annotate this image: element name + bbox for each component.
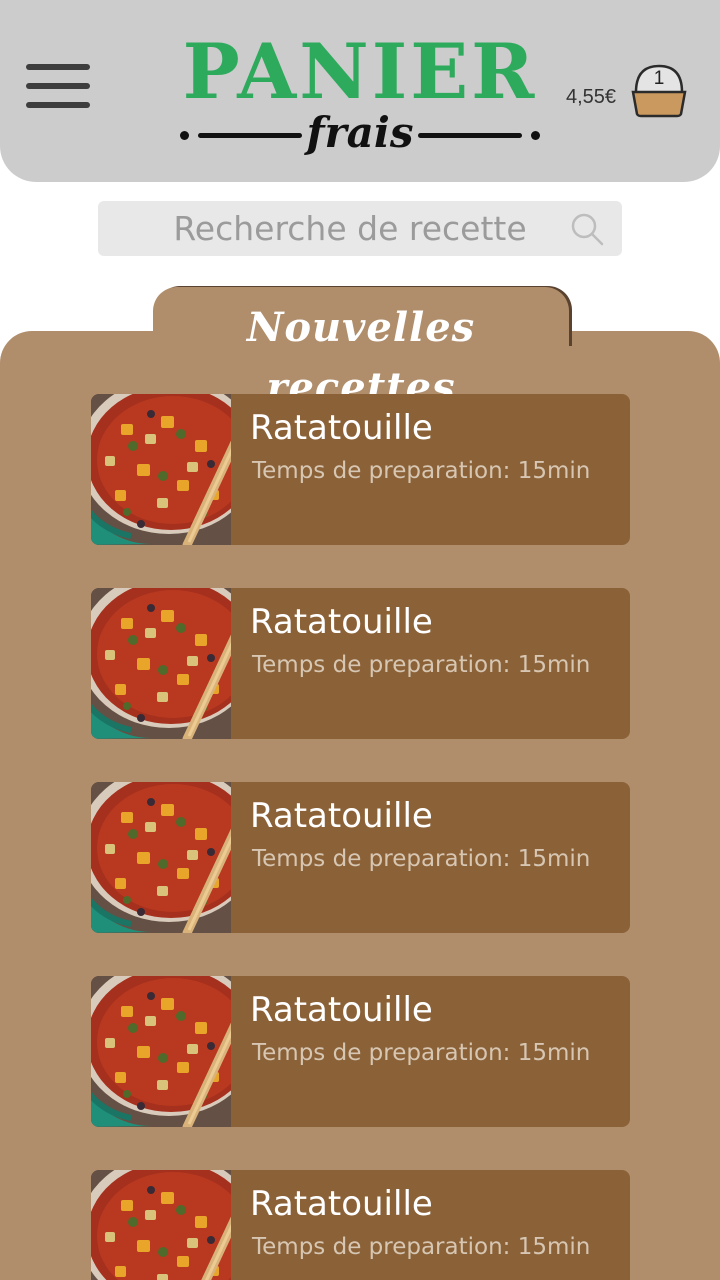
recipe-prep-time: Temps de preparation: 15min — [252, 1040, 591, 1066]
recipe-title: Ratatouille — [250, 1184, 433, 1224]
recipe-title: Ratatouille — [250, 602, 433, 642]
brand-logo[interactable]: PANIER frais — [172, 30, 548, 170]
recipe-title: Ratatouille — [250, 408, 433, 448]
app-header: PANIER frais 4,55€ 1 — [0, 0, 720, 182]
recipe-prep-time: Temps de preparation: 15min — [252, 1234, 591, 1260]
recipe-prep-time: Temps de preparation: 15min — [252, 652, 591, 678]
cart-total-price: 4,55€ — [566, 86, 617, 108]
basket-count-badge: 1 — [653, 68, 665, 89]
recipe-card[interactable]: Ratatouille Temps de preparation: 15min — [91, 394, 630, 545]
search-icon[interactable] — [570, 212, 604, 246]
search-input[interactable] — [98, 201, 602, 256]
recipe-card[interactable]: Ratatouille Temps de preparation: 15min — [91, 782, 630, 933]
search-bar — [98, 201, 622, 256]
recipe-image — [91, 1170, 231, 1280]
recipe-card[interactable]: Ratatouille Temps de preparation: 15min — [91, 976, 630, 1127]
recipe-image — [91, 588, 231, 739]
recipe-title: Ratatouille — [250, 796, 433, 836]
logo-title: PANIER — [182, 27, 538, 116]
recipe-image — [91, 782, 231, 933]
hamburger-menu-icon[interactable] — [26, 64, 90, 110]
recipe-card[interactable]: Ratatouille Temps de preparation: 15min — [91, 588, 630, 739]
recipe-prep-time: Temps de preparation: 15min — [252, 846, 591, 872]
recipe-card[interactable]: Ratatouille Temps de preparation: 15min — [91, 1170, 630, 1280]
recipe-prep-time: Temps de preparation: 15min — [252, 458, 591, 484]
section-title: Nouvelles recettes — [246, 304, 476, 411]
basket-icon[interactable]: 1 — [630, 62, 688, 118]
recipe-title: Ratatouille — [250, 990, 433, 1030]
recipe-image — [91, 976, 231, 1127]
recipe-image — [91, 394, 231, 545]
